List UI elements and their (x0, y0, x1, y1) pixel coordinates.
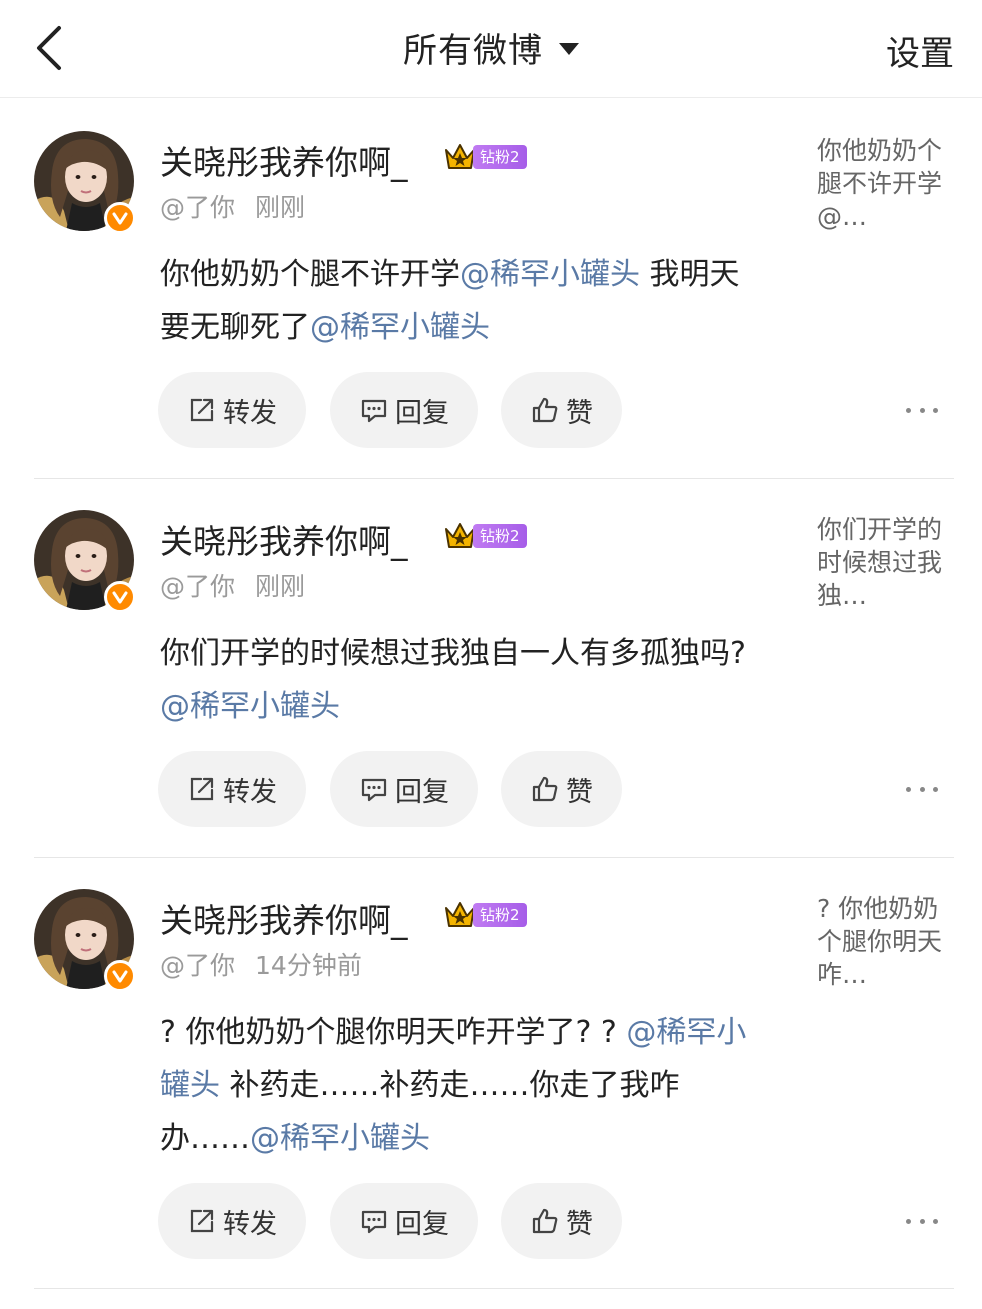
comment-icon (359, 395, 395, 425)
post-time: 刚刚 (255, 193, 306, 222)
username[interactable]: 关晓彤我养你啊_ (160, 136, 408, 184)
reply-label: 回复 (395, 1208, 449, 1240)
fan-level-badge[interactable]: 钻粉2 (473, 145, 527, 169)
post-body: 你们开学的时候想过我独自一人有多孤独吗? @稀罕小罐头 (160, 627, 760, 733)
fan-level-badge[interactable]: 钻粉2 (473, 524, 527, 548)
more-dots-icon[interactable] (902, 395, 942, 425)
quoted-preview[interactable]: 你们开学的时候想过我独… (817, 513, 942, 612)
quoted-preview[interactable]: ? 你他奶奶个腿你明天咋… (817, 892, 942, 991)
reply-label: 回复 (395, 776, 449, 808)
post-divider (34, 857, 954, 858)
repost-icon (187, 774, 223, 804)
more-dots-icon[interactable] (902, 774, 942, 804)
post-meta: @了你 刚刚 (160, 188, 305, 224)
post-meta: @了你 14分钟前 (160, 946, 362, 982)
verified-v-icon (104, 202, 136, 234)
post-time: 刚刚 (255, 572, 306, 601)
reply-label: 回复 (395, 397, 449, 429)
crown-icon (444, 142, 476, 172)
comment-icon (359, 1206, 395, 1236)
settings-button[interactable]: 设置 (886, 26, 954, 75)
post-body: ? 你他奶奶个腿你明天咋开学了? ? @稀罕小罐头 补药走……补药走……你走了我… (160, 1006, 760, 1165)
user-handle: @了你 (160, 193, 236, 222)
like-button[interactable]: 赞 (501, 751, 622, 827)
verified-v-icon (104, 581, 136, 613)
post-time: 14分钟前 (255, 951, 362, 980)
repost-button[interactable]: 转发 (158, 372, 306, 448)
page-title: 所有微博 (403, 30, 543, 71)
post-divider (34, 1288, 954, 1289)
repost-label: 转发 (223, 1208, 277, 1240)
username[interactable]: 关晓彤我养你啊_ (160, 894, 408, 942)
mention-link[interactable]: @稀罕小罐头 (310, 310, 490, 345)
post-text-segment: 你他奶奶个腿不许开学 (160, 257, 460, 292)
post-divider (34, 478, 954, 479)
repost-button[interactable]: 转发 (158, 751, 306, 827)
post-text-segment: 你们开学的时候想过我独自一人有多孤独吗? (160, 636, 746, 671)
repost-label: 转发 (223, 776, 277, 808)
post-text-segment: ? 你他奶奶个腿你明天咋开学了? ? (160, 1015, 627, 1050)
quoted-preview[interactable]: 你他奶奶个腿不许开学@… (817, 134, 942, 233)
like-button[interactable]: 赞 (501, 372, 622, 448)
reply-button[interactable]: 回复 (330, 1183, 478, 1259)
post-body: 你他奶奶个腿不许开学@稀罕小罐头 我明天要无聊死了@稀罕小罐头 (160, 248, 760, 354)
more-dots-icon[interactable] (902, 1206, 942, 1236)
like-label: 赞 (566, 1208, 593, 1240)
user-handle: @了你 (160, 951, 236, 980)
feed-filter-dropdown[interactable]: 所有微博 (0, 24, 982, 71)
mention-link[interactable]: @稀罕小罐头 (160, 689, 340, 724)
crown-icon (444, 900, 476, 930)
fan-level-badge[interactable]: 钻粉2 (473, 903, 527, 927)
dropdown-caret-icon (559, 43, 579, 55)
username[interactable]: 关晓彤我养你啊_ (160, 515, 408, 563)
post-meta: @了你 刚刚 (160, 567, 305, 603)
verified-v-icon (104, 960, 136, 992)
mention-link[interactable]: @稀罕小罐头 (460, 257, 640, 292)
like-label: 赞 (566, 776, 593, 808)
mention-link[interactable]: @稀罕小罐头 (250, 1121, 430, 1156)
crown-icon (444, 521, 476, 551)
repost-icon (187, 1206, 223, 1236)
thumbs-up-icon (530, 1206, 566, 1236)
user-handle: @了你 (160, 572, 236, 601)
thumbs-up-icon (530, 395, 566, 425)
reply-button[interactable]: 回复 (330, 372, 478, 448)
reply-button[interactable]: 回复 (330, 751, 478, 827)
like-label: 赞 (566, 397, 593, 429)
comment-icon (359, 774, 395, 804)
top-bar: 所有微博 设置 (0, 0, 982, 98)
thumbs-up-icon (530, 774, 566, 804)
repost-button[interactable]: 转发 (158, 1183, 306, 1259)
like-button[interactable]: 赞 (501, 1183, 622, 1259)
repost-label: 转发 (223, 397, 277, 429)
repost-icon (187, 395, 223, 425)
